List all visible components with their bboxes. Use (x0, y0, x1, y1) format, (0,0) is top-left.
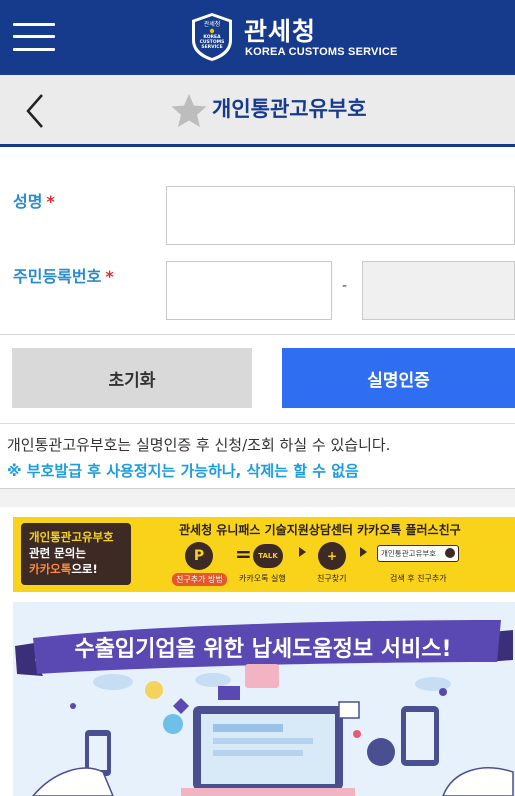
equals-sign: = (235, 542, 252, 566)
kakaotalk-logo-icon: TALK (253, 544, 283, 568)
emblem-text-1: 관세청 (204, 20, 221, 28)
id-number-separator: - (342, 278, 348, 294)
plus-friend-logo-icon: P (185, 542, 213, 570)
id-number-label: 주민등록번호 * (13, 263, 114, 287)
divider (0, 423, 515, 424)
section-gap (0, 489, 515, 507)
banner-inquiry-box: 개인통관고유부호 관련 문의는 카카오톡으로! (21, 523, 131, 585)
arrow-right-icon (299, 547, 306, 557)
poster-title: 수출입기업을 위한 납세도움정보 서비스! (74, 637, 451, 662)
form-divider (0, 334, 515, 335)
add-friend-icon: + (318, 542, 346, 570)
hamburger-icon[interactable] (13, 21, 55, 53)
page-header: 개인통관고유부호 (0, 75, 515, 147)
required-mark: * (105, 267, 114, 286)
name-input[interactable] (166, 186, 515, 245)
banner-headline: 관세청 유니패스 기술지원상담센터 카카오톡 플러스친구 (179, 523, 461, 537)
warning-text: ※ 부호발급 후 사용정지는 가능하나, 삭제는 할 수 없음 (7, 462, 359, 480)
brand-subtitle: KOREA CUSTOMS SERVICE (245, 46, 398, 58)
required-mark: * (46, 192, 55, 211)
banner-box-line3b: 으로! (71, 562, 98, 576)
banner-box-line2: 관련 문의는 (29, 546, 86, 560)
step-find-friends: 친구찾기 (317, 574, 347, 583)
name-label: 성명 * (13, 188, 55, 212)
reset-button[interactable]: 초기화 (12, 348, 252, 408)
emblem-text-4: SERVICE (201, 44, 222, 50)
page-title: 개인통관고유부호 (212, 97, 367, 121)
id-number-front-input[interactable] (166, 261, 332, 320)
top-bar: 관세청 KOREA CUSTOMS SERVICE 관세청 KOREA CUST… (0, 0, 515, 75)
notice-text: 개인통관고유부호는 실명인증 후 신청/조회 하실 수 있습니다. (7, 436, 391, 454)
tax-info-poster[interactable]: 수출입기업을 위한 납세도움정보 서비스! (13, 602, 515, 796)
banner-box-line1: 개인통관고유부호 (29, 530, 114, 544)
arrow-right-icon (360, 547, 367, 557)
search-icon (445, 548, 455, 558)
id-number-label-text: 주민등록번호 (13, 267, 102, 286)
kakao-banner[interactable]: 개인통관고유부호 관련 문의는 카카오톡으로! 관세청 유니패스 기술지원상담센… (13, 517, 515, 592)
step-launch-kakaotalk: 카카오톡 실행 (239, 574, 286, 583)
banner-box-line3a: 카카오톡 (29, 562, 72, 576)
banner-search-text: 개인통관고유부호 (381, 549, 437, 558)
step-search-add: 검색 후 친구추가 (390, 574, 447, 583)
customs-emblem-logo[interactable]: 관세청 KOREA CUSTOMS SERVICE (190, 12, 234, 62)
poster-illustration: 수출입기업을 위한 납세도움정보 서비스! (15, 620, 514, 796)
chevron-left-icon[interactable] (20, 91, 50, 131)
banner-search-box: 개인통관고유부호 (377, 545, 459, 562)
id-number-back-input[interactable] (362, 261, 515, 320)
verify-button[interactable]: 실명인증 (282, 348, 515, 408)
brand-title: 관세청 (244, 17, 317, 46)
add-friend-method-chip: 친구추가 방법 (172, 573, 227, 586)
star-icon[interactable] (170, 92, 208, 130)
name-label-text: 성명 (13, 192, 43, 211)
verification-form: 성명 * 주민등록번호 * - (0, 150, 515, 335)
